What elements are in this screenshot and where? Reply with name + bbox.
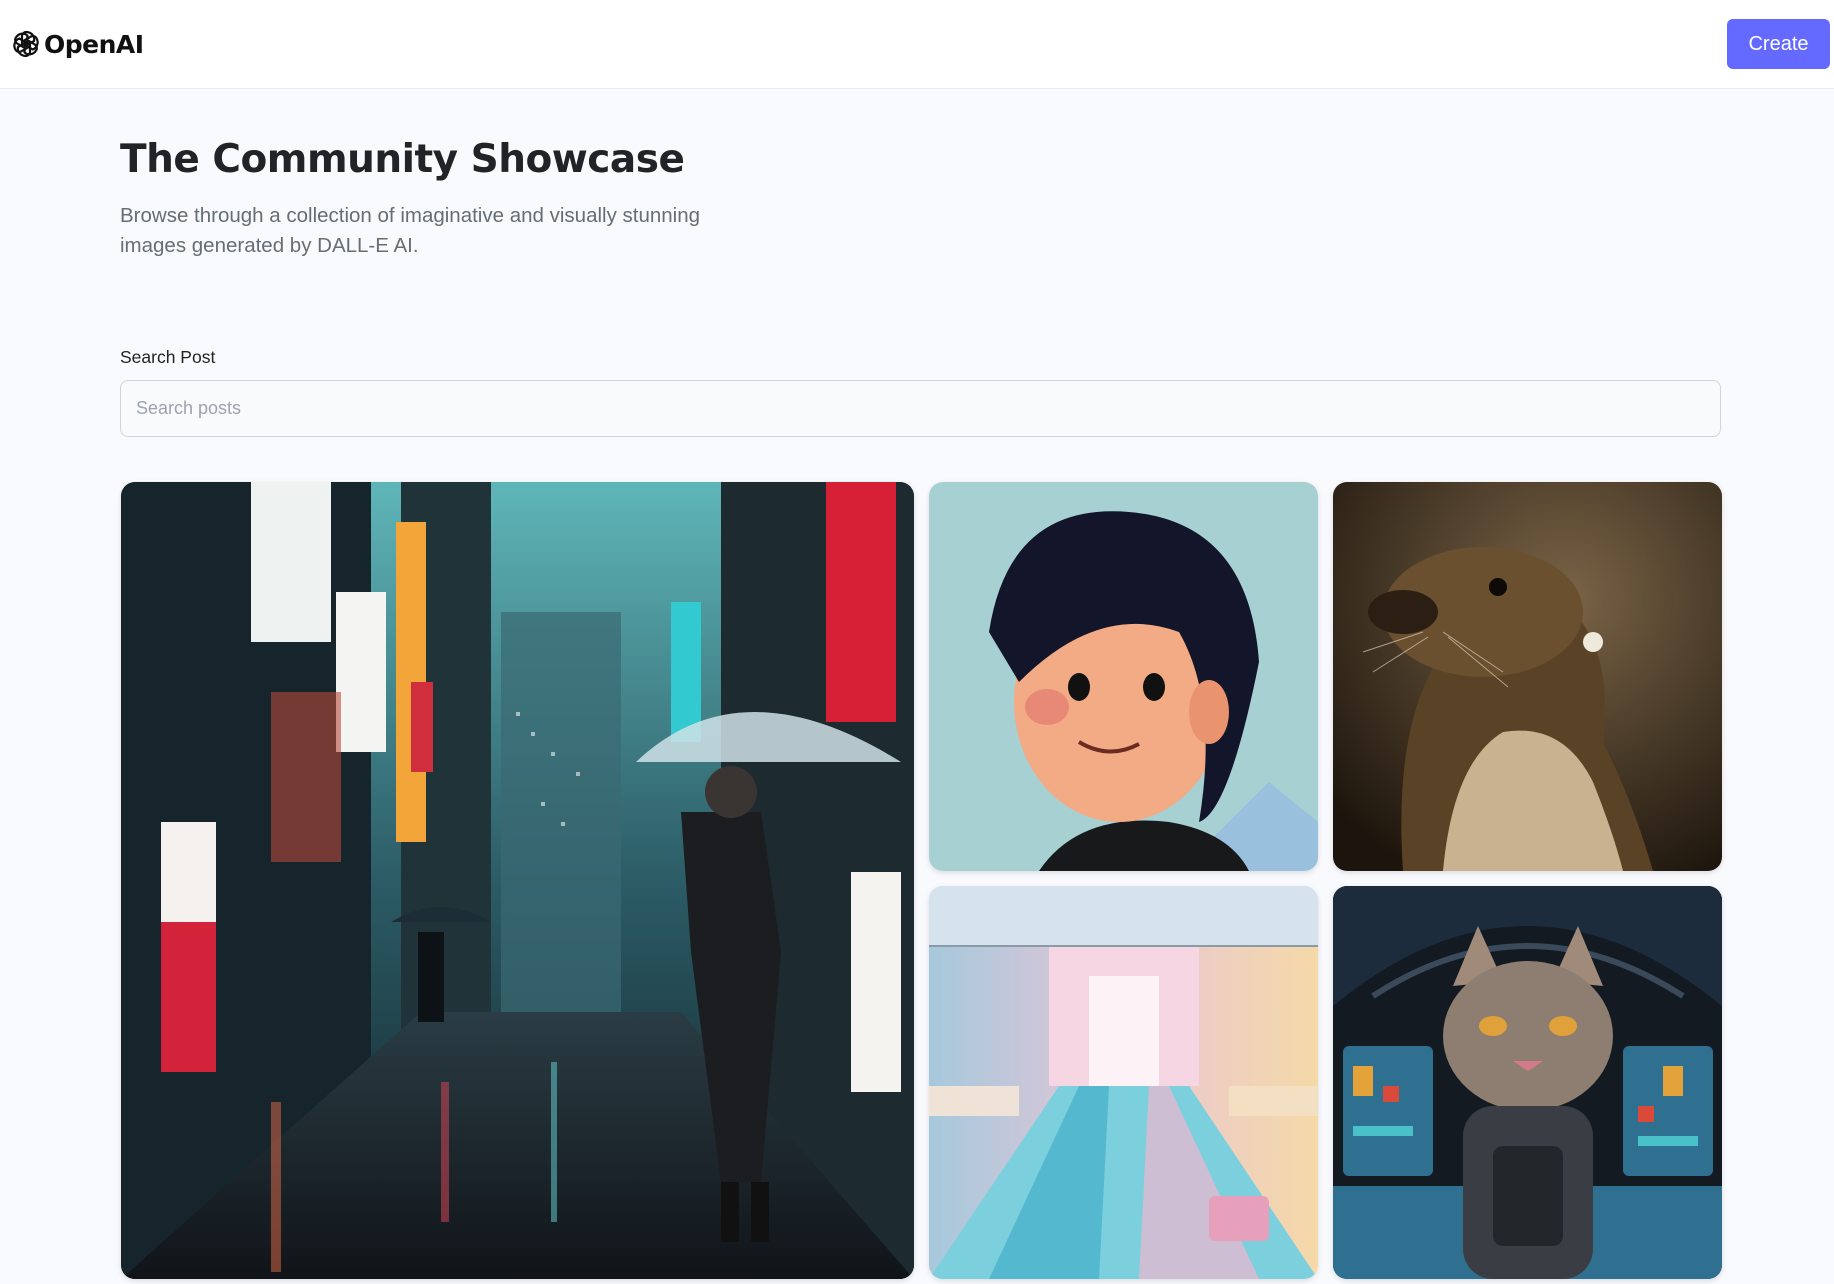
search-input[interactable] bbox=[120, 380, 1721, 437]
search-label: Search Post bbox=[120, 347, 216, 367]
brand-name: OpenAI bbox=[44, 29, 144, 59]
otter-portrait-image bbox=[1333, 482, 1722, 871]
page-title: The Community Showcase bbox=[120, 137, 685, 182]
gallery-card[interactable] bbox=[929, 482, 1318, 871]
gallery-card[interactable] bbox=[929, 886, 1318, 1279]
gallery-card[interactable] bbox=[1333, 886, 1722, 1279]
page-subtitle: Browse through a collection of imaginati… bbox=[120, 204, 701, 257]
neon-street-image bbox=[121, 482, 914, 1279]
openai-logo[interactable]: OpenAI bbox=[10, 28, 144, 60]
gallery-card[interactable] bbox=[1333, 482, 1722, 871]
gallery-card[interactable] bbox=[121, 482, 914, 1279]
main-content: The Community Showcase Browse through a … bbox=[120, 89, 1721, 437]
create-button[interactable]: Create bbox=[1727, 19, 1830, 69]
boy-portrait-image bbox=[929, 482, 1318, 871]
image-gallery bbox=[121, 482, 1722, 1279]
openai-knot-icon bbox=[13, 30, 39, 58]
pool-interior-image bbox=[929, 886, 1318, 1279]
header: OpenAI Create bbox=[0, 0, 1834, 89]
cat-astronaut-image bbox=[1333, 886, 1722, 1279]
